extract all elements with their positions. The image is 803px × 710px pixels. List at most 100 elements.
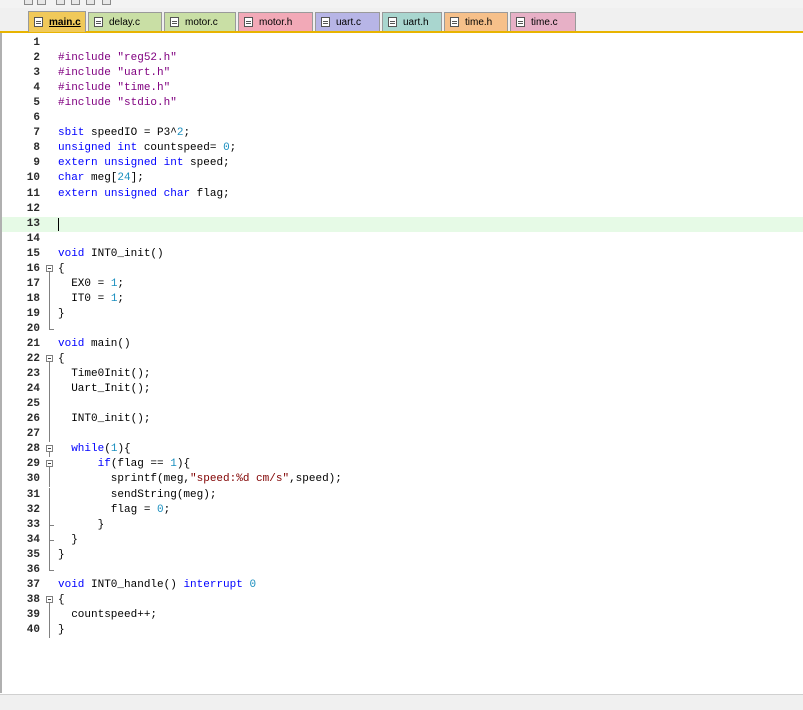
code-line[interactable]: 29 if(flag == 1){ [0, 457, 803, 473]
code-line[interactable]: 3 #include "uart.h" [0, 66, 803, 81]
code-line[interactable]: 27 [0, 427, 803, 443]
code-line[interactable]: 36 [0, 562, 803, 578]
code-line[interactable]: 40} [0, 622, 803, 638]
file-tab[interactable]: main.c [28, 11, 86, 32]
file-tab-label: main.c [49, 16, 81, 28]
fold-end-mark [49, 524, 54, 526]
file-tab[interactable]: uart.c [315, 12, 380, 31]
code-line[interactable]: 7 sbit speedIO = P3^2; [0, 126, 803, 141]
code-text: void INT0_handle() interrupt 0 [58, 578, 257, 591]
code-line[interactable]: 37 void INT0_handle() interrupt 0 [0, 578, 803, 593]
fold-end-mark [49, 539, 54, 541]
file-tab[interactable]: motor.h [238, 12, 313, 31]
code-line[interactable]: 8 unsigned int countspeed= 0; [0, 141, 803, 156]
code-line[interactable]: 11 extern unsigned char flag; [0, 187, 803, 202]
line-number: 30 [26, 473, 40, 486]
code-line[interactable]: 25 [0, 397, 803, 413]
fold-marker [45, 547, 56, 563]
code-line[interactable]: 10 char meg[24]; [0, 171, 803, 186]
file-tab-label: time.h [465, 16, 493, 28]
code-line[interactable]: 12 [0, 202, 803, 217]
code-line[interactable]: 33 } [0, 517, 803, 533]
editor-border [0, 33, 2, 693]
code-line[interactable]: 21 void main() [0, 337, 803, 352]
line-number: 20 [26, 322, 40, 335]
toolbar-button-icon[interactable] [86, 0, 95, 5]
fold-collapse-icon[interactable] [46, 264, 53, 272]
toolbar-button-icon[interactable] [24, 0, 33, 5]
fold-collapse-icon[interactable] [46, 595, 53, 603]
file-tab[interactable]: time.c [510, 12, 576, 31]
toolbar-button-icon[interactable] [37, 0, 46, 5]
fold-marker [45, 382, 56, 398]
fold-marker[interactable] [45, 442, 56, 458]
fold-guide [49, 367, 50, 383]
code-text: } [58, 623, 65, 636]
line-number: 23 [26, 368, 40, 381]
code-line[interactable]: 14 [0, 232, 803, 247]
fold-marker[interactable] [45, 457, 56, 473]
code-line[interactable]: 6 [0, 111, 803, 126]
line-number: 25 [26, 398, 40, 411]
code-line[interactable]: 1 [0, 36, 803, 51]
code-line[interactable]: 19} [0, 306, 803, 322]
code-line[interactable]: 28 while(1){ [0, 442, 803, 458]
fold-marker [45, 337, 56, 352]
code-line[interactable]: 20 [0, 321, 803, 337]
fold-marker [45, 81, 56, 96]
toolbar-button-icon[interactable] [56, 0, 65, 5]
code-line[interactable]: 17 EX0 = 1; [0, 276, 803, 292]
fold-marker [45, 367, 56, 383]
file-tab[interactable]: motor.c [164, 12, 236, 31]
fold-guide [49, 412, 50, 428]
horizontal-scrollbar[interactable] [0, 694, 803, 710]
file-tab[interactable]: uart.h [382, 12, 442, 31]
fold-collapse-icon[interactable] [46, 460, 53, 468]
fold-marker[interactable] [45, 352, 56, 368]
code-line[interactable]: 18 IT0 = 1; [0, 291, 803, 307]
fold-marker [45, 217, 56, 232]
file-icon [34, 17, 43, 27]
code-editor[interactable]: 1 2 #include "reg52.h" 3 #include "uart.h" 4 #… [0, 33, 803, 693]
code-line[interactable]: 38 { [0, 593, 803, 608]
code-line[interactable]: 15 void INT0_init() [0, 247, 803, 262]
fold-guide [49, 607, 50, 623]
toolbar-button-icon[interactable] [71, 0, 80, 5]
line-number: 26 [26, 413, 40, 426]
file-tab-bar: main.c delay.c motor.c motor.h uart.c uart.h t… [0, 8, 803, 33]
code-line[interactable]: 16 { [0, 262, 803, 277]
fold-marker [45, 622, 56, 638]
fold-marker[interactable] [45, 262, 56, 277]
code-line[interactable]: 13 [0, 216, 803, 232]
fold-collapse-icon[interactable] [46, 355, 53, 363]
code-line[interactable]: 2 #include "reg52.h" [0, 51, 803, 66]
fold-marker [45, 247, 56, 262]
fold-marker [45, 156, 56, 171]
file-icon [244, 17, 253, 27]
toolbar-button-icon[interactable] [102, 0, 111, 5]
file-tab[interactable]: delay.c [88, 12, 162, 31]
code-line[interactable]: 30 sprintf(meg,"speed:%d cm/s",speed); [0, 472, 803, 488]
fold-marker[interactable] [45, 593, 56, 608]
line-number: 14 [26, 232, 40, 245]
code-line[interactable]: 5 #include "stdio.h" [0, 96, 803, 111]
code-line[interactable]: 22 { [0, 352, 803, 368]
line-number: 29 [26, 458, 40, 471]
code-line[interactable]: 34 } [0, 532, 803, 548]
code-line[interactable]: 35} [0, 547, 803, 563]
code-text: #include "reg52.h" [58, 52, 177, 65]
code-line[interactable]: 31 sendString(meg); [0, 487, 803, 503]
fold-collapse-icon[interactable] [46, 445, 53, 453]
file-tab[interactable]: time.h [444, 12, 508, 31]
code-line[interactable]: 9 extern unsigned int speed; [0, 156, 803, 171]
code-line[interactable]: 23 Time0Init(); [0, 367, 803, 383]
code-line[interactable]: 32 flag = 0; [0, 502, 803, 518]
code-line[interactable]: 39 countspeed++; [0, 607, 803, 623]
code-line[interactable]: 4 #include "time.h" [0, 81, 803, 96]
file-tab-label: uart.h [403, 16, 429, 28]
code-line[interactable]: 24 Uart_Init(); [0, 382, 803, 398]
code-line[interactable]: 26 INT0_init(); [0, 412, 803, 428]
line-number: 38 [26, 593, 40, 606]
line-number: 4 [33, 82, 40, 95]
fold-marker [45, 412, 56, 428]
